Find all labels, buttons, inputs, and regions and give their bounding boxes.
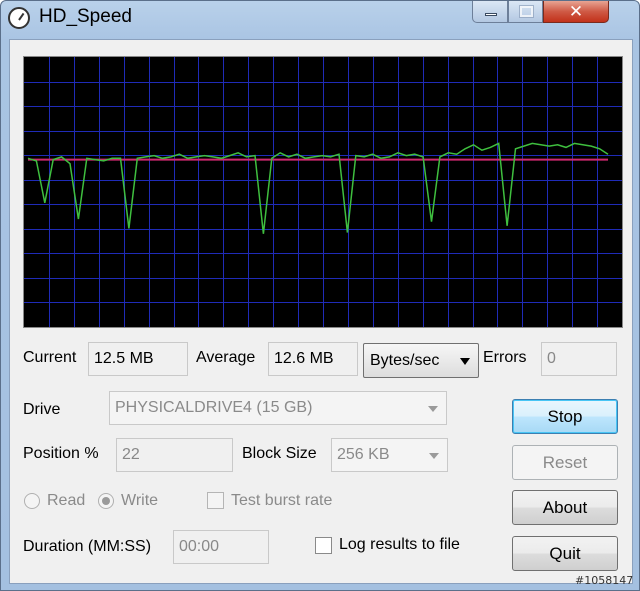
average-label: Average (196, 349, 256, 366)
title-bar[interactable]: HD_Speed ✕ (1, 1, 639, 35)
about-button[interactable]: About (512, 490, 618, 525)
reset-button: Reset (512, 445, 618, 480)
speed-graph (23, 56, 623, 328)
stopwatch-icon (8, 7, 30, 29)
app-window: HD_Speed ✕ Current 12.5 MB Average 12.6 … (0, 0, 640, 591)
block-size-select: 256 KB (331, 438, 448, 472)
close-button[interactable]: ✕ (543, 1, 609, 23)
write-label: Write (121, 492, 159, 509)
drive-select: PHYSICALDRIVE4 (15 GB) (109, 391, 447, 425)
current-label: Current (23, 349, 77, 366)
duration-label: Duration (MM:SS) (23, 538, 152, 555)
chevron-down-icon (460, 358, 470, 365)
read-radio (24, 493, 40, 509)
watermark: #1058147 (575, 574, 634, 587)
write-radio (98, 493, 114, 509)
chevron-down-icon (428, 406, 438, 412)
maximize-icon (519, 5, 534, 18)
minimize-button[interactable] (472, 1, 508, 23)
stop-button[interactable]: Stop (512, 399, 618, 434)
drive-selected: PHYSICALDRIVE4 (15 GB) (115, 399, 313, 416)
maximize-button (508, 1, 543, 23)
duration-field: 00:00 (173, 530, 269, 564)
window-title: HD_Speed (39, 6, 132, 27)
block-size-selected: 256 KB (337, 446, 390, 463)
errors-value: 0 (541, 342, 617, 376)
minimize-icon (485, 13, 497, 16)
burst-checkbox (207, 492, 224, 509)
read-label: Read (47, 492, 86, 509)
chevron-down-icon (429, 453, 439, 459)
drive-label: Drive (23, 401, 61, 418)
units-selected: Bytes/sec (370, 352, 440, 369)
position-label: Position % (23, 445, 99, 462)
block-size-label: Block Size (242, 445, 317, 462)
log-checkbox[interactable] (315, 537, 332, 554)
close-icon: ✕ (568, 2, 584, 21)
main-panel: Current 12.5 MB Average 12.6 MB Bytes/se… (9, 39, 633, 584)
average-value: 12.6 MB (268, 342, 358, 376)
quit-button[interactable]: Quit (512, 536, 618, 571)
burst-label: Test burst rate (231, 492, 333, 509)
errors-label: Errors (483, 349, 527, 366)
position-field: 22 (116, 438, 233, 472)
log-label[interactable]: Log results to file (339, 536, 460, 554)
speed-graph-canvas (24, 57, 622, 327)
units-dropdown[interactable]: Bytes/sec (363, 343, 479, 378)
current-value: 12.5 MB (88, 342, 188, 376)
